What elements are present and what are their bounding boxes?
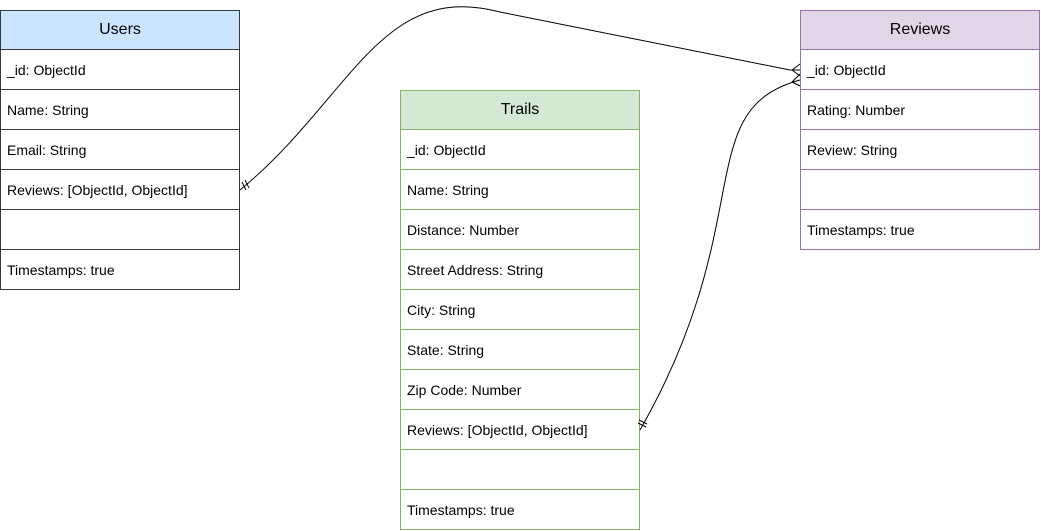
reviews-many-marker-bottom-a: [791, 73, 801, 83]
reviews-many-marker-top-b: [791, 69, 801, 77]
trails-entity-title[interactable]: Trails: [400, 90, 640, 130]
trails-field-distance[interactable]: Distance: Number: [400, 210, 640, 250]
users-field-reviews[interactable]: Reviews: [ObjectId, ObjectId]: [0, 170, 240, 210]
users-one-marker-b: [244, 179, 250, 189]
users-field-id[interactable]: _id: ObjectId: [0, 50, 240, 90]
trails-field-timestamps[interactable]: Timestamps: true: [400, 490, 640, 530]
users-field-name[interactable]: Name: String: [0, 90, 240, 130]
trails-field-name[interactable]: Name: String: [400, 170, 640, 210]
trails-field-state[interactable]: State: String: [400, 330, 640, 370]
users-entity[interactable]: Users _id: ObjectId Name: String Email: …: [0, 10, 240, 290]
reviews-field-id[interactable]: _id: ObjectId: [800, 50, 1040, 90]
reviews-field-review[interactable]: Review: String: [800, 130, 1040, 170]
reviews-many-marker-top-a: [791, 63, 801, 71]
users-field-timestamps[interactable]: Timestamps: true: [0, 250, 240, 290]
users-field-empty[interactable]: [0, 210, 240, 250]
trails-field-id[interactable]: _id: ObjectId: [400, 130, 640, 170]
trails-reviews-relation-line[interactable]: [639, 79, 801, 431]
trails-field-city[interactable]: City: String: [400, 290, 640, 330]
trails-field-street-address[interactable]: Street Address: String: [400, 250, 640, 290]
reviews-entity-title[interactable]: Reviews: [800, 10, 1040, 50]
users-entity-title[interactable]: Users: [0, 10, 240, 50]
reviews-field-timestamps[interactable]: Timestamps: true: [800, 210, 1040, 250]
trails-field-empty[interactable]: [400, 450, 640, 490]
reviews-entity[interactable]: Reviews _id: ObjectId Rating: Number Rev…: [800, 10, 1040, 250]
trails-field-zip-code[interactable]: Zip Code: Number: [400, 370, 640, 410]
users-one-marker-a: [241, 181, 247, 191]
users-field-email[interactable]: Email: String: [0, 130, 240, 170]
trails-field-reviews[interactable]: Reviews: [ObjectId, ObjectId]: [400, 410, 640, 450]
trails-one-marker-b: [638, 419, 648, 425]
reviews-field-empty[interactable]: [800, 170, 1040, 210]
reviews-field-rating[interactable]: Rating: Number: [800, 90, 1040, 130]
reviews-many-marker-bottom-b: [791, 81, 801, 87]
trails-entity[interactable]: Trails _id: ObjectId Name: String Distan…: [400, 90, 640, 530]
